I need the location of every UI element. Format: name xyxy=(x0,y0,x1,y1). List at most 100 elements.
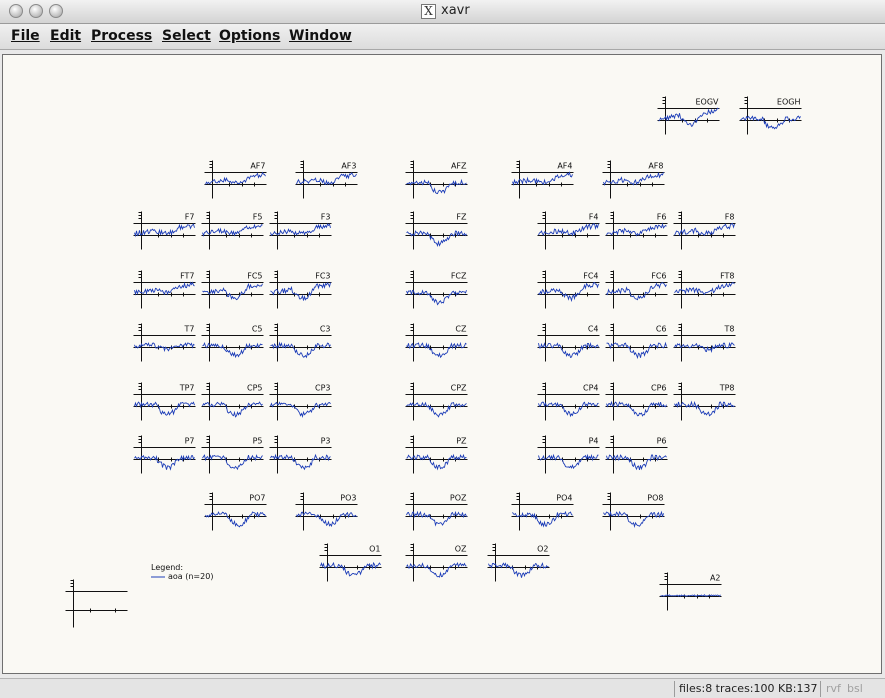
channel-pz-waveform[interactable] xyxy=(406,453,467,471)
menu-window[interactable]: Window xyxy=(289,28,352,44)
channel-tp8-waveform[interactable] xyxy=(674,400,735,417)
channel-f5-waveform[interactable] xyxy=(202,223,263,237)
channel-c6-waveform[interactable] xyxy=(606,341,667,360)
channel-pz-label: PZ xyxy=(456,437,467,446)
channel-po8-label: PO8 xyxy=(647,494,663,503)
channel-po4-label: PO4 xyxy=(556,494,572,503)
channel-cpz-waveform[interactable] xyxy=(406,401,467,418)
menu-process[interactable]: Process xyxy=(91,28,152,44)
channel-tp7-label: TP7 xyxy=(179,384,195,393)
channel-cp3-label: CP3 xyxy=(315,384,331,393)
channel-t8-label: T8 xyxy=(724,325,735,334)
channel-fz-waveform[interactable] xyxy=(406,230,467,248)
channel-f8-label: F8 xyxy=(725,213,735,222)
channel-p7-label: P7 xyxy=(185,437,195,446)
channel-po8-waveform[interactable] xyxy=(603,510,664,529)
status-flag-bsl: bsl xyxy=(847,682,863,695)
channel-oz-waveform[interactable] xyxy=(406,561,467,578)
channel-p3-waveform[interactable] xyxy=(270,453,331,471)
channel-tp8-label: TP8 xyxy=(719,384,735,393)
channel-po3-label: PO3 xyxy=(340,494,356,503)
channel-cp6-label: CP6 xyxy=(651,384,667,393)
channel-poz-waveform[interactable] xyxy=(406,510,467,527)
channel-f3-label: F3 xyxy=(321,213,331,222)
channel-af8-waveform[interactable] xyxy=(603,171,664,186)
channel-p7-waveform[interactable] xyxy=(134,454,195,471)
channel-eogh-waveform[interactable] xyxy=(740,115,801,130)
channel-fc3-label: FC3 xyxy=(315,272,330,281)
menu-file[interactable]: File xyxy=(11,28,40,44)
channel-eogh-label: EOGH xyxy=(777,98,801,107)
channel-o1-waveform[interactable] xyxy=(320,561,381,577)
channel-po3-waveform[interactable] xyxy=(296,511,357,528)
channel-af4-label: AF4 xyxy=(557,162,572,171)
channel-afz-waveform[interactable] xyxy=(406,178,467,195)
channel-c6-label: C6 xyxy=(656,325,667,334)
channel-po7-waveform[interactable] xyxy=(205,511,266,528)
channel-cp3-waveform[interactable] xyxy=(270,401,331,419)
channel-f4-waveform[interactable] xyxy=(538,223,599,237)
channel-ft8-waveform[interactable] xyxy=(674,282,735,295)
menu-options[interactable]: Options xyxy=(219,28,280,44)
channel-c5-waveform[interactable] xyxy=(202,341,263,359)
status-separator xyxy=(820,681,821,697)
eeg-plot-area[interactable]: EOGV EOGH AF7 AF3 AFZ AF4 AF8 F7 F5 F3 FZ F4 F6 F8 FT7… xyxy=(2,54,882,674)
channel-cpz-label: CPZ xyxy=(451,384,467,393)
channel-cp5-waveform[interactable] xyxy=(202,401,263,418)
channel-eogv-label: EOGV xyxy=(695,98,719,107)
channel-cz-label: CZ xyxy=(455,325,467,334)
channel-p6-waveform[interactable] xyxy=(606,454,667,471)
channel-fc3-waveform[interactable] xyxy=(270,282,331,301)
close-window-button[interactable] xyxy=(9,4,23,18)
channel-af3-waveform[interactable] xyxy=(296,172,357,186)
menu-bar: File Edit Process Select Options Window xyxy=(0,24,885,50)
channel-o1-label: O1 xyxy=(369,545,380,554)
channel-f6-waveform[interactable] xyxy=(606,222,667,237)
channel-p5-waveform[interactable] xyxy=(202,454,263,471)
channel-oz-label: OZ xyxy=(455,545,467,554)
menu-edit[interactable]: Edit xyxy=(50,28,81,44)
channel-c3-waveform[interactable] xyxy=(270,341,331,359)
channel-t7-label: T7 xyxy=(184,325,195,334)
channel-o2-waveform[interactable] xyxy=(488,562,549,578)
channel-fc4-waveform[interactable] xyxy=(538,281,599,303)
channel-c4-waveform[interactable] xyxy=(538,342,599,359)
title-bar: X xavr xyxy=(0,0,885,24)
status-flag-rvf: rvf xyxy=(826,682,841,695)
channel-af7-waveform[interactable] xyxy=(205,171,266,185)
channel-cp6-waveform[interactable] xyxy=(606,400,667,417)
channel-poz-label: POZ xyxy=(450,494,467,503)
channel-af8-label: AF8 xyxy=(648,162,663,171)
channel-po4-waveform[interactable] xyxy=(512,510,573,528)
channel-af4-waveform[interactable] xyxy=(512,171,573,186)
status-separator xyxy=(674,681,675,697)
channel-a2-waveform[interactable] xyxy=(660,594,721,597)
channel-ft7-waveform[interactable] xyxy=(134,281,195,296)
zoom-window-button[interactable] xyxy=(49,4,63,18)
channel-f7-waveform[interactable] xyxy=(134,223,195,238)
menu-window-label: Window xyxy=(289,28,352,44)
menu-edit-label: Edit xyxy=(50,28,82,44)
channel-p4-waveform[interactable] xyxy=(538,453,599,470)
minimize-window-button[interactable] xyxy=(29,4,43,18)
menu-select[interactable]: Select xyxy=(162,28,211,44)
channel-f3-waveform[interactable] xyxy=(270,223,331,237)
channel-ft8-label: FT8 xyxy=(720,272,734,281)
channel-fc6-waveform[interactable] xyxy=(606,282,667,301)
channel-fc5-waveform[interactable] xyxy=(202,282,263,301)
channel-cp4-waveform[interactable] xyxy=(538,401,599,418)
menu-select-label: Select xyxy=(162,28,211,44)
menu-process-label: Process xyxy=(91,28,153,44)
channel-p3-label: P3 xyxy=(321,437,331,446)
channel-eogv-waveform[interactable] xyxy=(658,107,719,127)
eeg-topographic-plot[interactable]: EOGV EOGH AF7 AF3 AFZ AF4 AF8 F7 F5 F3 FZ F4 F6 F8 FT7… xyxy=(3,55,881,673)
channel-p6-label: P6 xyxy=(657,437,667,446)
channel-o2-label: O2 xyxy=(537,545,548,554)
channel-cz-waveform[interactable] xyxy=(406,341,467,359)
channel-f8-waveform[interactable] xyxy=(674,222,735,237)
channel-ft7-label: FT7 xyxy=(180,272,194,281)
channel-t7-waveform[interactable] xyxy=(134,342,195,353)
channel-tp7-waveform[interactable] xyxy=(134,401,195,416)
channel-fcz-waveform[interactable] xyxy=(406,289,467,306)
channel-c5-label: C5 xyxy=(252,325,263,334)
